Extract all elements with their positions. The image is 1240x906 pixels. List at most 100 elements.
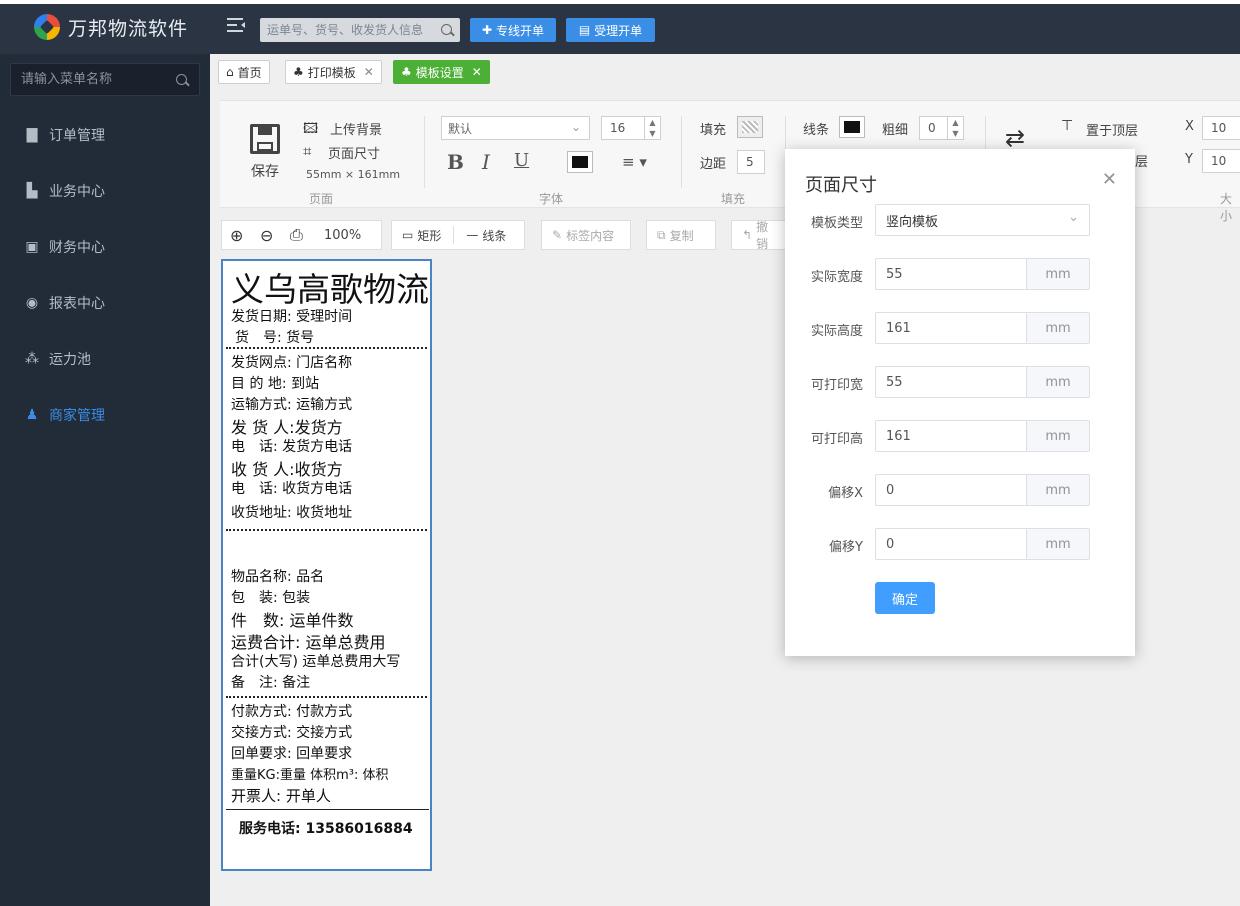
dotted-divider: [226, 696, 427, 698]
list-icon: ▤: [578, 23, 591, 37]
thickness-stepper[interactable]: 0 ▲ ▼: [919, 116, 964, 140]
font-size-stepper[interactable]: 16 ▲ ▼: [601, 116, 661, 140]
shape-toolbar: ▭ 矩形 — 线条: [391, 220, 525, 250]
label-field[interactable]: 电 话: 收货方电话: [231, 478, 352, 498]
label-field[interactable]: 付款方式: 付款方式: [231, 701, 352, 721]
label-field[interactable]: 交接方式: 交接方式: [231, 722, 352, 742]
service-phone[interactable]: 服务电话: 13586016884: [239, 818, 413, 838]
page-size-button[interactable]: 页面尺寸: [328, 143, 380, 162]
dotted-divider: [226, 347, 427, 349]
save-icon[interactable]: [250, 124, 280, 154]
label-field[interactable]: 收 货 人:收货方: [231, 456, 343, 480]
font-color-picker[interactable]: [567, 151, 593, 173]
font-family-select[interactable]: 默认 ⌄: [441, 116, 590, 140]
line-order-button[interactable]: ✚ 专线开单: [470, 18, 556, 42]
close-icon[interactable]: ✕: [472, 65, 482, 79]
label-field[interactable]: 回单要求: 回单要求: [231, 743, 352, 763]
label-field[interactable]: 发货日期: 受理时间: [231, 306, 352, 326]
label-field[interactable]: 运输方式: 运输方式: [231, 394, 352, 414]
label-canvas[interactable]: 义乌高歌物流 发货日期: 受理时间 货 号: 货号 发货网点: 门店名称 目 的…: [221, 259, 432, 871]
template-type-select[interactable]: 竖向模板 ⌄: [875, 204, 1090, 236]
label-field[interactable]: 合计(大写) 运单总费用大写: [231, 651, 400, 671]
group-label-font: 字体: [539, 192, 564, 206]
label-field[interactable]: 运费合计: 运单总费用: [231, 629, 385, 653]
menu-search-icon[interactable]: [176, 74, 187, 85]
bring-to-top-button[interactable]: 置于顶层: [1086, 120, 1138, 139]
italic-button[interactable]: I: [482, 150, 490, 174]
zoom-in-icon[interactable]: ⊕: [230, 226, 260, 245]
label-field[interactable]: 电 话: 发货方电话: [231, 436, 352, 456]
save-button[interactable]: 保存: [251, 161, 279, 181]
eye-icon: ◉: [25, 295, 39, 311]
printable-width-input[interactable]: [875, 366, 1027, 398]
confirm-button[interactable]: 确定: [875, 582, 935, 614]
padding-input[interactable]: 5: [737, 150, 765, 174]
sidebar-item-finance[interactable]: ▣ 财务中心: [0, 225, 210, 269]
tab-template-settings[interactable]: ♣ 模板设置 ✕: [393, 60, 490, 84]
tab-home[interactable]: ⌂ 首页: [218, 60, 270, 84]
x-stepper[interactable]: 10: [1202, 116, 1240, 140]
sidebar-item-merchants[interactable]: ♟ 商家管理: [0, 393, 210, 437]
global-search-input[interactable]: [260, 18, 460, 42]
print-icon[interactable]: ⎙: [290, 225, 324, 245]
sidebar-item-business[interactable]: ▙ 业务中心: [0, 169, 210, 213]
upload-background-button[interactable]: 上传背景: [330, 119, 382, 138]
undo-button[interactable]: ↰ 撤销: [731, 220, 791, 251]
accept-order-button[interactable]: ▤ 受理开单: [566, 18, 655, 42]
actual-width-input[interactable]: [875, 258, 1027, 290]
y-stepper[interactable]: 10: [1202, 149, 1240, 173]
label-field[interactable]: 包 装: 包装: [231, 587, 310, 607]
send-to-bottom-button[interactable]: 层: [1135, 151, 1148, 170]
menu-toggle-icon[interactable]: [227, 18, 245, 32]
label-field[interactable]: 件 数: 运单件数: [231, 607, 353, 631]
copy-button[interactable]: ⧉ 复制: [646, 220, 716, 250]
unit-suffix: mm: [1026, 420, 1090, 452]
sidebar-item-reports[interactable]: ◉ 报表中心: [0, 281, 210, 325]
actual-height-input[interactable]: [875, 312, 1027, 344]
offset-x-input[interactable]: [875, 474, 1027, 506]
chevron-down-icon: ⌄: [570, 120, 581, 134]
printable-height-input[interactable]: [875, 420, 1027, 452]
label-field[interactable]: 发 货 人:发货方: [231, 414, 343, 438]
sidebar-item-capacity[interactable]: ⁂ 运力池: [0, 337, 210, 381]
field-label: 可打印宽: [810, 378, 863, 393]
unit-suffix: mm: [1026, 312, 1090, 344]
label-field[interactable]: 收货地址: 收货地址: [231, 502, 352, 522]
label-field[interactable]: 货 号: 货号: [235, 327, 314, 347]
close-icon[interactable]: ✕: [364, 65, 374, 79]
bold-button[interactable]: B: [447, 150, 464, 174]
label-field[interactable]: 备 注: 备注: [231, 672, 310, 692]
field-label: 偏移Y: [829, 540, 863, 555]
padding-label: 边距: [700, 157, 727, 172]
label-field[interactable]: 物品名称: 品名: [231, 566, 324, 586]
sidebar-item-orders[interactable]: ▇ 订单管理: [0, 113, 210, 157]
label-field[interactable]: 重量KG:重量 体积m³: 体积: [231, 764, 389, 783]
close-icon[interactable]: ✕: [1102, 169, 1117, 190]
stepper-arrows-icon[interactable]: ▲ ▼: [644, 117, 660, 139]
menu-search-input[interactable]: [10, 63, 200, 96]
label-title[interactable]: 义乌高歌物流: [231, 263, 429, 311]
label-content-button[interactable]: ✎ 标签内容: [541, 220, 631, 250]
label-field[interactable]: 开票人: 开单人: [231, 785, 331, 806]
tab-print-template[interactable]: ♣ 打印模板 ✕: [285, 60, 382, 84]
color-swatch: [572, 156, 588, 168]
label-field[interactable]: 目 的 地: 到站: [231, 373, 319, 393]
undo-icon: ↰: [742, 228, 753, 242]
underline-button[interactable]: U: [514, 150, 529, 171]
rect-button[interactable]: 矩形: [417, 227, 441, 244]
unit-suffix: mm: [1026, 474, 1090, 506]
label-field[interactable]: 发货网点: 门店名称: [231, 352, 352, 372]
swap-icon[interactable]: ⇄: [1005, 124, 1025, 152]
offset-y-input[interactable]: [875, 528, 1027, 560]
zoom-out-icon[interactable]: ⊖: [260, 226, 290, 245]
fill-color-picker[interactable]: [737, 116, 763, 138]
fill-label: 填充: [700, 123, 727, 138]
align-icon[interactable]: ≡ ▾: [622, 153, 647, 171]
line-color-picker[interactable]: [839, 116, 865, 138]
stepper-arrows-icon[interactable]: ▲ ▼: [947, 117, 963, 139]
search-icon[interactable]: [441, 24, 452, 35]
line-button[interactable]: 线条: [482, 227, 506, 244]
brand-name: 万邦物流软件: [68, 18, 189, 40]
business-icon: ▙: [26, 183, 38, 199]
group-label-page: 页面: [309, 192, 334, 206]
